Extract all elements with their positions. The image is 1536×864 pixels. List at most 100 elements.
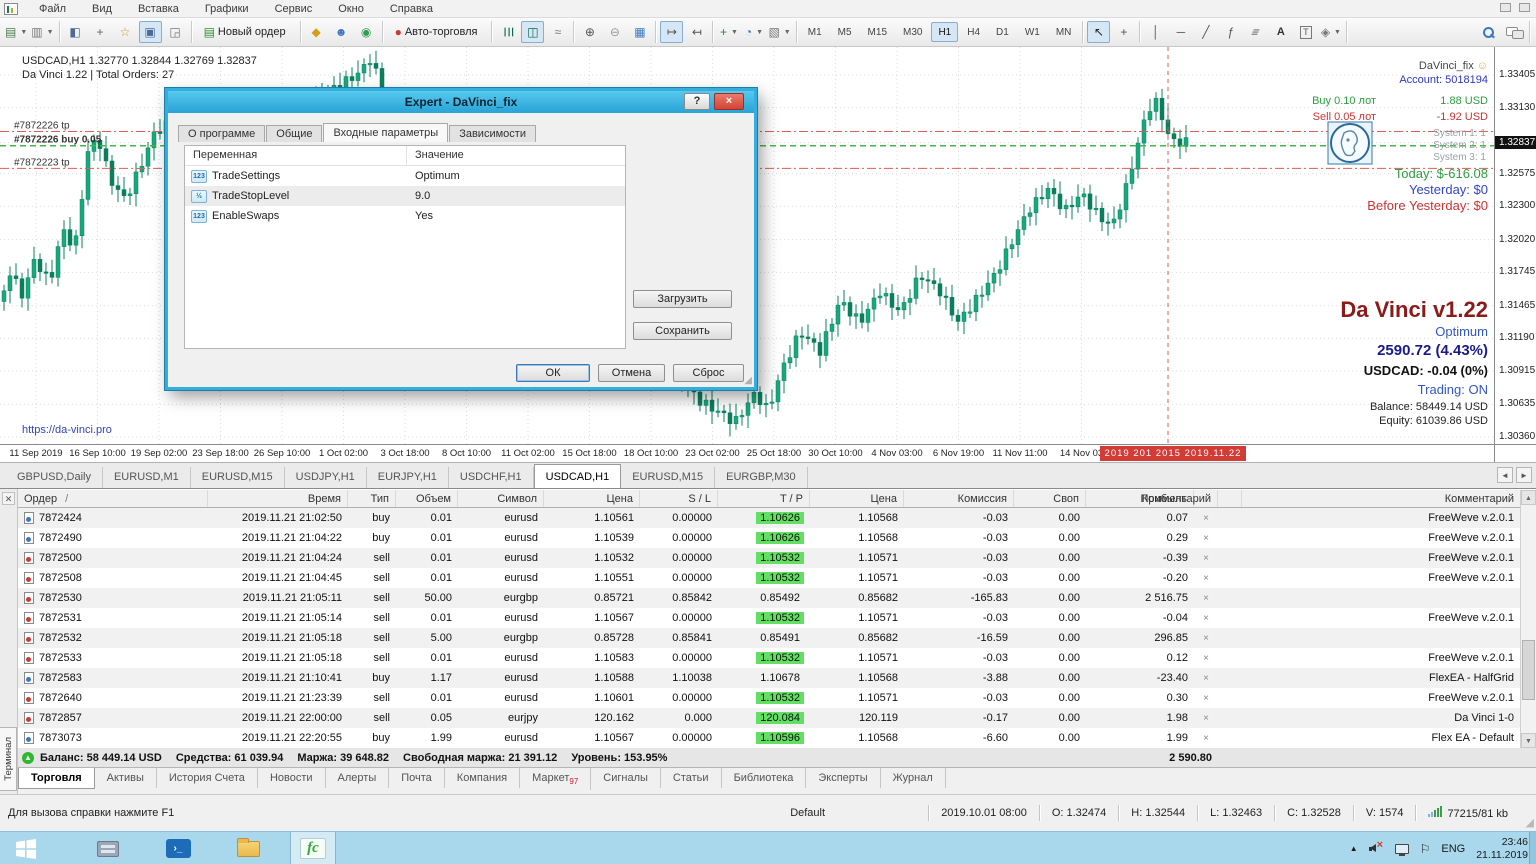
auto-scroll-button[interactable]: ↦ (660, 21, 683, 43)
value-column-header[interactable]: Значение (407, 146, 472, 165)
signals-button[interactable]: ◉ (355, 21, 378, 43)
terminal-tab-Торговля[interactable]: Торговля (18, 768, 95, 789)
param-value[interactable]: Optimum (407, 170, 460, 182)
close-order-button[interactable]: × (1194, 713, 1218, 724)
chart-tab-USDCHF,H1[interactable]: USDCHF,H1 (449, 467, 534, 488)
order-row[interactable]: 78726402019.11.21 21:23:39sell0.01eurusd… (18, 688, 1520, 708)
show-desktop-button[interactable] (1529, 832, 1536, 864)
indicators-button[interactable]: +▼ (717, 21, 740, 43)
terminal-toggle-button[interactable]: ▣ (139, 21, 162, 43)
order-row[interactable]: 78725302019.11.21 21:05:11sell50.00eurgb… (18, 588, 1520, 608)
order-row[interactable]: 78730732019.11.21 22:20:55buy1.99eurusd1… (18, 728, 1520, 748)
cursor-tool-button[interactable]: ↖ (1087, 21, 1110, 43)
timeframe-W1-button[interactable]: W1 (1018, 22, 1047, 42)
column-header-Комиссия[interactable]: Комиссия (904, 490, 1014, 507)
column-header-T / P[interactable]: T / P (718, 490, 810, 507)
chart-tab-EURGBP,M30[interactable]: EURGBP,M30 (715, 467, 808, 488)
chart-tab-USDCAD,H1[interactable]: USDCAD,H1 (534, 464, 622, 488)
fc-app-button[interactable]: fc (290, 832, 336, 864)
dialog-close-button[interactable]: × (714, 93, 744, 110)
dialog-help-button[interactable]: ? (684, 93, 710, 110)
metaeditor-button[interactable]: ◆ (305, 21, 328, 43)
order-row[interactable]: 78728572019.11.21 22:00:00sell0.05eurjpy… (18, 708, 1520, 728)
close-order-button[interactable]: × (1194, 513, 1218, 524)
chart-tab-EURJPY,H1[interactable]: EURJPY,H1 (367, 467, 449, 488)
dialog-tab-О программе[interactable]: О программе (178, 125, 265, 142)
parameter-row[interactable]: 123TradeSettingsOptimum (185, 166, 625, 186)
cancel-button[interactable]: Отмена (598, 364, 665, 382)
time-axis[interactable]: 11 Sep 201916 Sep 10:0019 Sep 02:0023 Se… (0, 444, 1494, 462)
action-center-flag-icon[interactable]: ⚐ (1420, 842, 1431, 856)
param-value[interactable]: 9.0 (407, 190, 430, 202)
column-header-Цена[interactable]: Цена (810, 490, 904, 507)
column-header-comment[interactable]: Комментарий (1242, 490, 1520, 507)
timeframe-H1-button[interactable]: H1 (931, 22, 958, 42)
hline-tool-button[interactable]: ─ (1169, 21, 1192, 43)
terminal-tab-Новости[interactable]: Новости (258, 768, 326, 788)
profiles-button[interactable]: ▥▼ (30, 21, 54, 43)
timeframe-MN-button[interactable]: MN (1049, 22, 1079, 42)
timeframe-M15-button[interactable]: M15 (861, 22, 894, 42)
column-header-Объем[interactable]: Объем (396, 490, 458, 507)
price-axis[interactable]: 1.334051.331301.328371.325751.323001.320… (1494, 47, 1536, 444)
column-header-Своп[interactable]: Своп (1014, 490, 1086, 507)
close-order-button[interactable]: × (1194, 593, 1218, 604)
chat-button[interactable] (1502, 21, 1525, 43)
dialog-tab-Зависимости[interactable]: Зависимости (449, 125, 536, 142)
terminal-tab-Почта[interactable]: Почта (389, 768, 445, 788)
order-row[interactable]: 78725832019.11.21 21:10:41buy1.17eurusd1… (18, 668, 1520, 688)
terminal-tab-Компания[interactable]: Компания (445, 768, 520, 788)
close-order-button[interactable]: × (1194, 533, 1218, 544)
window-restore-button[interactable] (1500, 3, 1511, 12)
autotrading-button[interactable]: ●Авто-торговля (387, 21, 488, 43)
network-icon[interactable] (1395, 844, 1409, 854)
scrollbar-thumb[interactable] (1522, 640, 1535, 700)
chart-tab-USDJPY,H1[interactable]: USDJPY,H1 (285, 467, 367, 488)
param-value[interactable]: Yes (407, 210, 433, 222)
market-watch-button[interactable]: ◧ (64, 21, 87, 43)
column-header-S / L[interactable]: S / L (640, 490, 718, 507)
terminal-tab-Маркет[interactable]: Маркет97 (520, 768, 591, 790)
column-header-Ордер[interactable]: Ордер / (18, 490, 208, 507)
order-row[interactable]: 78725082019.11.21 21:04:45sell0.01eurusd… (18, 568, 1520, 588)
menu-Справка[interactable]: Справка (377, 2, 446, 16)
terminal-tab-Журнал[interactable]: Журнал (881, 768, 946, 788)
timeframe-M1-button[interactable]: M1 (801, 22, 829, 42)
menu-Файл[interactable]: Файл (26, 2, 79, 16)
timeframe-M30-button[interactable]: M30 (896, 22, 929, 42)
tile-windows-button[interactable]: ▦ (628, 21, 651, 43)
reset-button[interactable]: Сброс (673, 364, 744, 382)
hidden-icons-chevron[interactable]: ▲ (1350, 844, 1358, 853)
volume-muted-icon[interactable] (1369, 842, 1384, 855)
tabs-scroll-right-button[interactable]: ► (1516, 467, 1532, 483)
terminal-side-tab[interactable]: Терминал (0, 727, 17, 791)
close-order-button[interactable]: × (1194, 693, 1218, 704)
textlabel-tool-button[interactable]: T (1294, 21, 1317, 43)
load-button[interactable]: Загрузить (633, 290, 732, 308)
terminal-tab-Сигналы[interactable]: Сигналы (591, 768, 661, 788)
terminal-tab-История Счета[interactable]: История Счета (157, 768, 258, 788)
server-manager-button[interactable] (86, 832, 130, 864)
terminal-tab-Алерты[interactable]: Алерты (326, 768, 390, 788)
scroll-up-button[interactable]: ▲ (1521, 490, 1536, 505)
community-button[interactable]: ☻ (330, 21, 353, 43)
menu-Графики[interactable]: Графики (192, 2, 262, 16)
scroll-down-button[interactable]: ▼ (1521, 733, 1536, 748)
bars-chart-button[interactable]: ☰ (496, 21, 519, 43)
terminal-tab-Статьи[interactable]: Статьи (661, 768, 722, 788)
arrows-tool-button[interactable]: ◈▼ (1319, 21, 1342, 43)
order-row[interactable]: 78724902019.11.21 21:04:22buy0.01eurusd1… (18, 528, 1520, 548)
terminal-tab-Активы[interactable]: Активы (95, 768, 157, 788)
order-row[interactable]: 78725002019.11.21 21:04:24sell0.01eurusd… (18, 548, 1520, 568)
trendline-tool-button[interactable]: ╱ (1194, 21, 1217, 43)
line-chart-button[interactable]: ≈ (546, 21, 569, 43)
data-window-button[interactable]: + (89, 21, 112, 43)
timeframe-D1-button[interactable]: D1 (989, 22, 1016, 42)
navigator-button[interactable]: ☆ (114, 21, 137, 43)
start-button[interactable] (0, 832, 52, 864)
fibonacci-tool-button[interactable]: ƒ (1219, 21, 1242, 43)
zoom-in-button[interactable]: ⊕ (578, 21, 601, 43)
close-order-button[interactable]: × (1194, 573, 1218, 584)
close-order-button[interactable]: × (1194, 613, 1218, 624)
order-row[interactable]: 78725312019.11.21 21:05:14sell0.01eurusd… (18, 608, 1520, 628)
